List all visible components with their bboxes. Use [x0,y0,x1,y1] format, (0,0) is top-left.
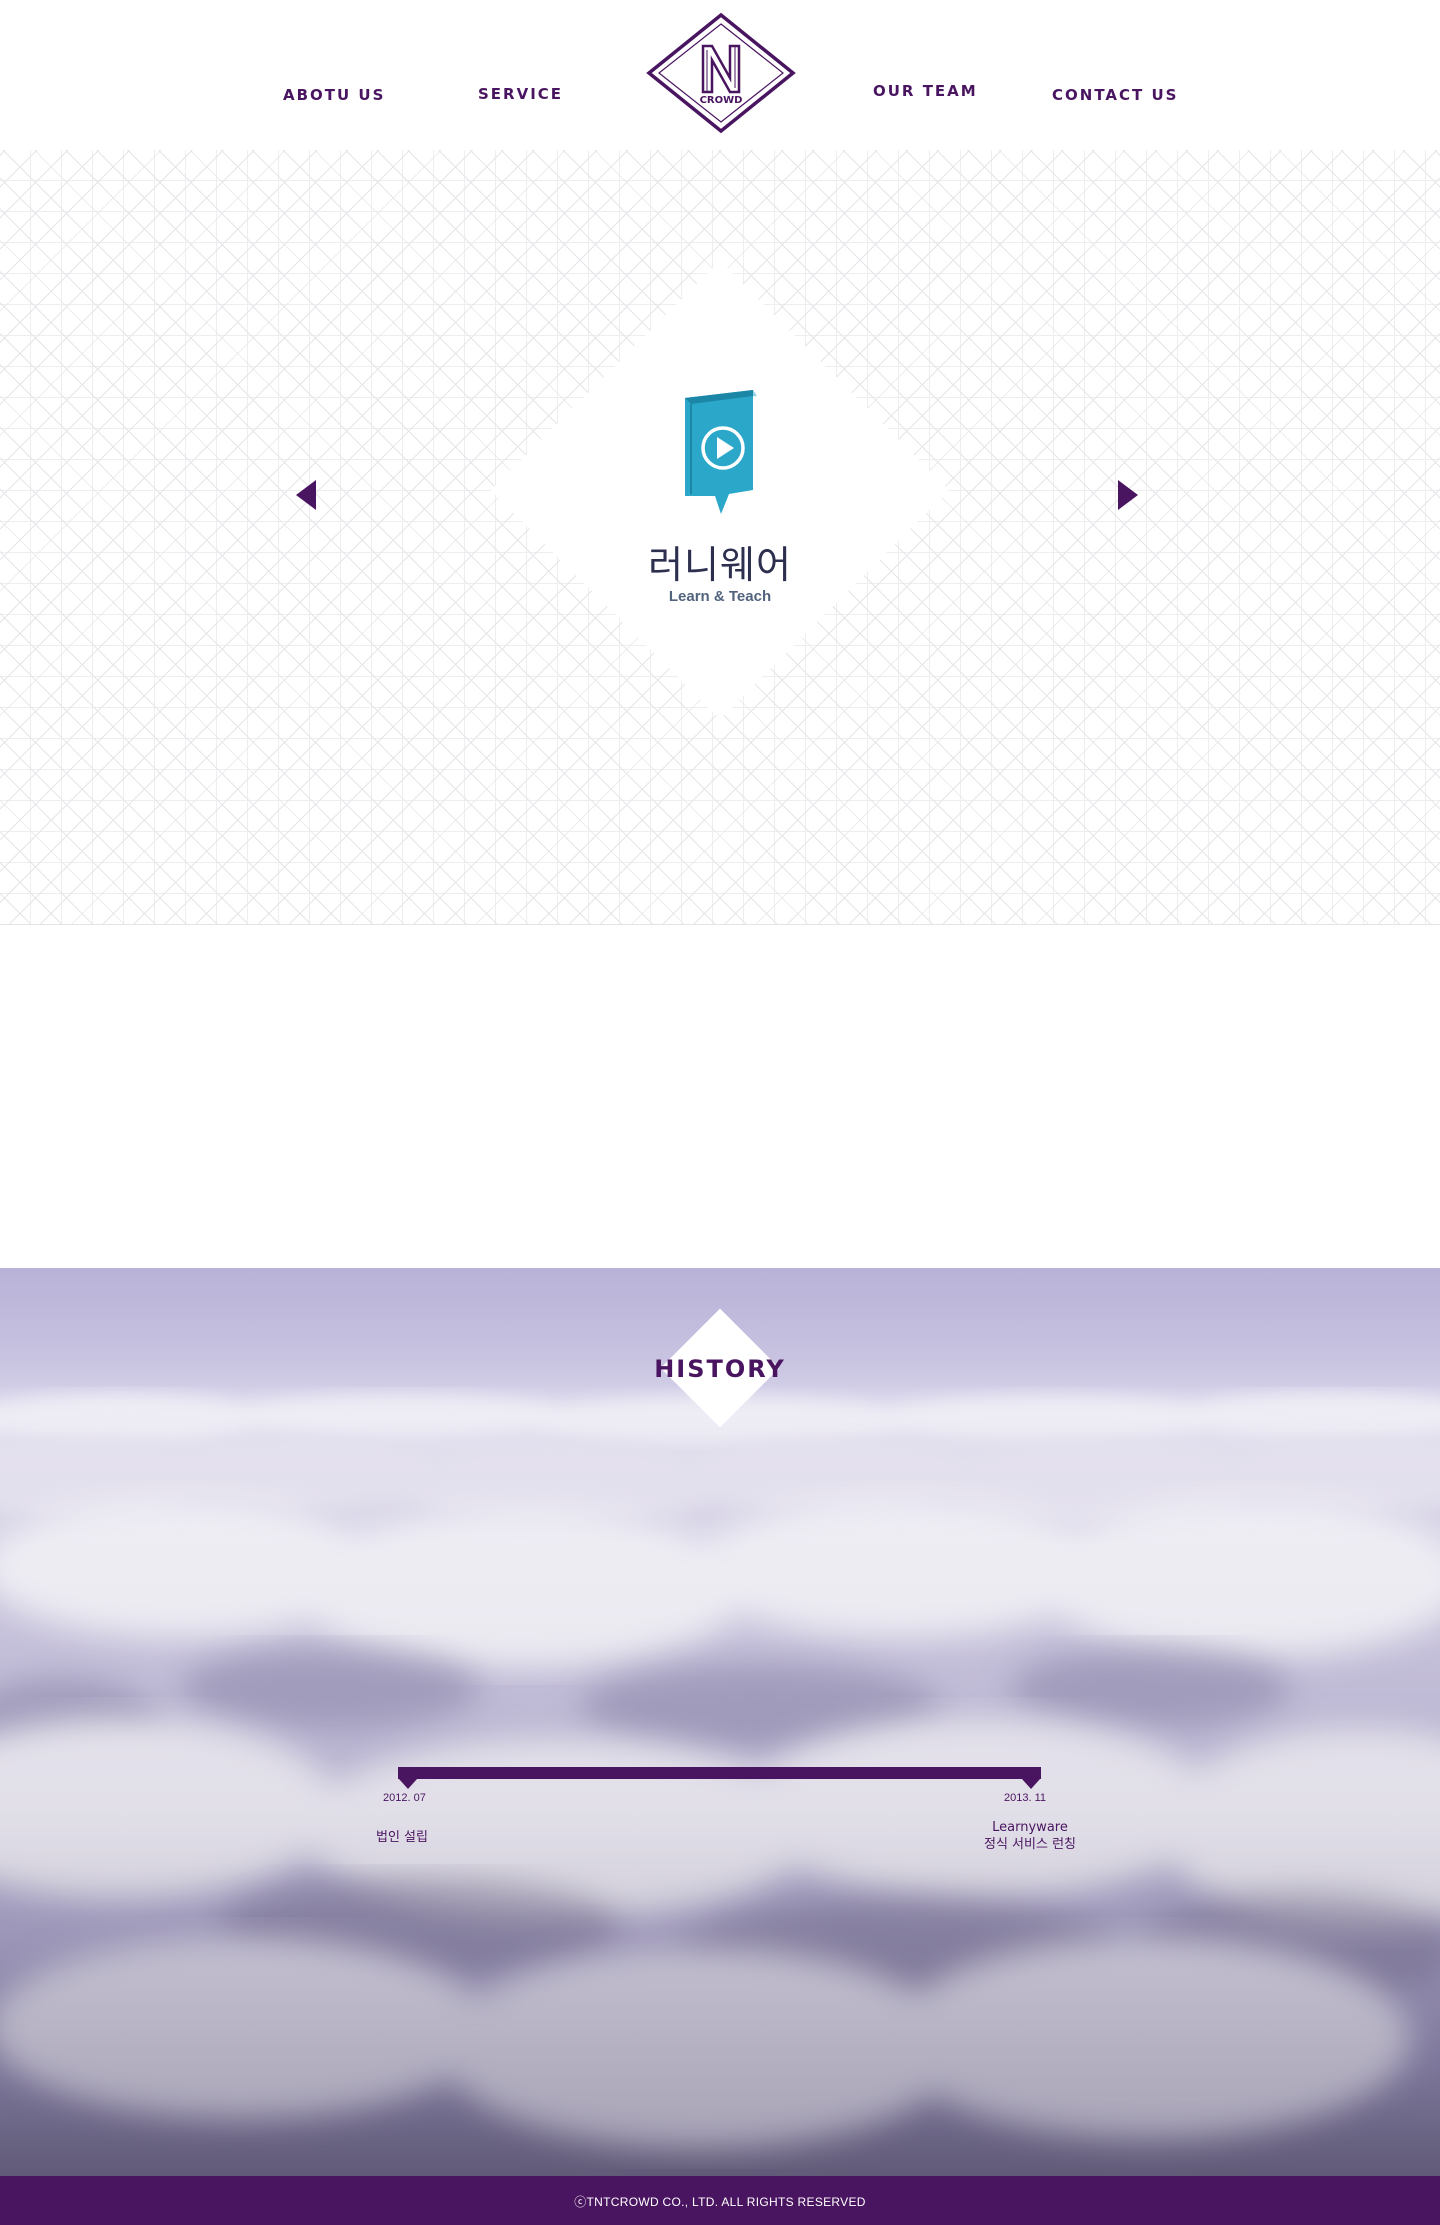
nav-contact-us[interactable]: CONTACT US [1052,86,1178,104]
timeline-marker [399,1776,417,1789]
site-header: ABOTU US SERVICE CROWD OUR TEAM CONTACT … [0,0,1440,150]
site-footer: ⓒTNTCROWD CO., LTD. ALL RIGHTS RESERVED [0,2176,1440,2225]
history-section: HISTORY 2012. 07 2013. 11 법인 설립 Learnywa… [0,1268,1440,2176]
logo[interactable]: CROWD [646,12,796,134]
logo-text: CROWD [700,95,743,106]
nav-about-us[interactable]: ABOTU US [283,86,385,104]
history-title: HISTORY [654,1355,786,1383]
timeline-marker [1022,1776,1040,1789]
service-title: 러니웨어 [648,543,792,587]
timeline-bar [398,1767,1041,1779]
copyright-text: ⓒTNTCROWD CO., LTD. ALL RIGHTS RESERVED [574,2195,866,2209]
timeline-date: 2012. 07 [383,1792,426,1804]
timeline-event-description: Learnyware 정식 서비스 런칭 [984,1820,1076,1852]
nav-service[interactable]: SERVICE [478,85,563,103]
learnyware-book-icon[interactable] [675,386,765,526]
service-subtitle: Learn & Teach [668,588,772,605]
timeline-date: 2013. 11 [1004,1792,1047,1804]
service-slider: 러니웨어 Learn & Teach [0,150,1440,925]
prev-arrow-icon[interactable] [294,478,318,512]
next-arrow-icon[interactable] [1116,478,1140,512]
nav-our-team[interactable]: OUR TEAM [873,82,978,100]
timeline-event-description: 법인 설립 [376,1830,428,1845]
